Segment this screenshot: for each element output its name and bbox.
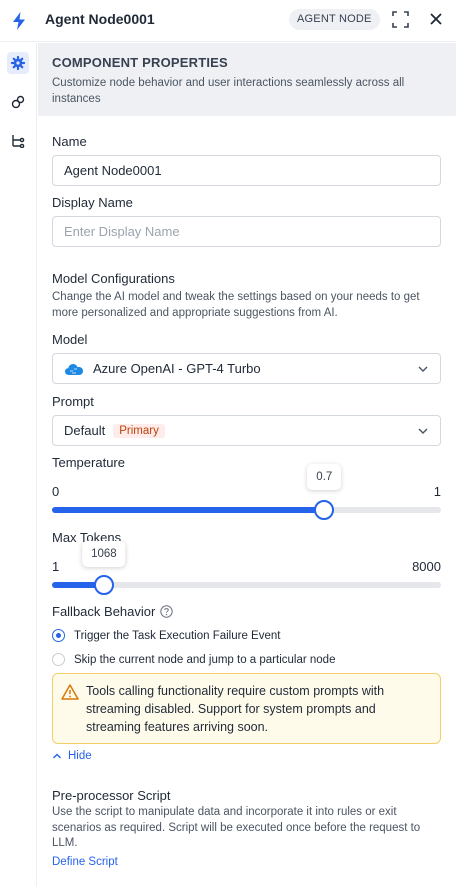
- max-tokens-min: 1: [52, 559, 60, 574]
- primary-badge: Primary: [113, 423, 165, 438]
- model-config-help: Change the AI model and tweak the settin…: [52, 291, 420, 319]
- side-rail: [0, 43, 37, 886]
- radio-unselected[interactable]: [52, 653, 65, 666]
- fallback-option-trigger-failure[interactable]: Trigger the Task Execution Failure Event: [52, 629, 280, 642]
- name-input[interactable]: Agent Node0001: [52, 155, 441, 186]
- rail-item-connections[interactable]: [7, 91, 29, 113]
- display-name-label: Display Name: [52, 195, 133, 210]
- gear-icon: [11, 56, 25, 70]
- properties-panel: COMPONENT PROPERTIES Customize node beha…: [38, 43, 456, 886]
- lightning-bolt-icon: [13, 12, 25, 30]
- temperature-max: 1: [433, 484, 441, 499]
- node-type-badge: AGENT NODE: [289, 9, 380, 30]
- model-select[interactable]: Azure OpenAI - GPT-4 Turbo: [52, 353, 441, 384]
- display-name-placeholder: Enter Display Name: [64, 224, 180, 239]
- model-config-heading: Model Configurations: [52, 271, 175, 286]
- warning-triangle-icon: [61, 684, 79, 700]
- radio-selected[interactable]: [52, 629, 65, 642]
- name-label: Name: [52, 134, 87, 149]
- section-description: Customize node behavior and user interac…: [52, 77, 405, 105]
- fallback-behavior-text: Fallback Behavior: [52, 604, 156, 619]
- help-circle-icon[interactable]: [160, 605, 174, 618]
- branch-icon: [12, 135, 25, 148]
- temperature-slider-fill: [52, 507, 325, 513]
- model-label: Model: [52, 332, 88, 347]
- node-title: Agent Node0001: [45, 11, 155, 27]
- fallback-option-skip-node[interactable]: Skip the current node and jump to a part…: [52, 653, 335, 666]
- model-select-value: Azure OpenAI - GPT-4 Turbo: [93, 361, 261, 376]
- chevron-down-icon: [418, 366, 428, 372]
- max-tokens-value-tooltip: 1068: [82, 541, 126, 567]
- max-tokens-slider-thumb[interactable]: [93, 575, 114, 595]
- warning-text: Tools calling functionality require cust…: [86, 684, 385, 734]
- section-heading: COMPONENT PROPERTIES: [52, 55, 228, 70]
- chevron-up-icon: [53, 753, 61, 759]
- panel-header: Agent Node0001 AGENT NODE: [0, 0, 456, 42]
- preprocessor-help: Use the script to manipulate data and in…: [52, 806, 421, 849]
- temperature-min: 0: [52, 484, 60, 499]
- expand-icon[interactable]: [392, 11, 409, 28]
- fallback-option-label: Trigger the Task Execution Failure Event: [74, 629, 281, 642]
- hide-label: Hide: [68, 750, 92, 762]
- hide-toggle[interactable]: Hide: [52, 750, 92, 762]
- chevron-down-icon: [418, 428, 428, 434]
- display-name-input[interactable]: Enter Display Name: [52, 216, 441, 247]
- warning-banner: Tools calling functionality require cust…: [52, 673, 441, 744]
- temperature-value-tooltip: 0.7: [307, 464, 342, 490]
- prompt-select[interactable]: Default Primary: [52, 415, 441, 446]
- temperature-slider[interactable]: 0.7: [52, 464, 441, 520]
- link-nodes-icon: [11, 95, 25, 109]
- max-tokens-max: 8000: [412, 559, 441, 574]
- fallback-option-label: Skip the current node and jump to a part…: [74, 653, 336, 666]
- fallback-behavior-label: Fallback Behavior: [52, 604, 174, 619]
- rail-item-branching[interactable]: [7, 130, 29, 152]
- prompt-label: Prompt: [52, 394, 94, 409]
- preprocessor-heading: Pre-processor Script: [52, 788, 171, 803]
- prompt-select-value: Default: [64, 423, 106, 438]
- max-tokens-slider[interactable]: 1068: [52, 541, 441, 595]
- temperature-label: Temperature: [52, 455, 125, 470]
- temperature-slider-thumb[interactable]: [314, 500, 335, 520]
- component-properties-header: COMPONENT PROPERTIES Customize node beha…: [38, 43, 456, 116]
- rail-item-settings[interactable]: [7, 52, 29, 74]
- azure-cloud-icon: [65, 363, 83, 375]
- name-input-value: Agent Node0001: [64, 163, 162, 178]
- close-icon[interactable]: [428, 11, 444, 27]
- define-script-link[interactable]: Define Script: [52, 856, 118, 868]
